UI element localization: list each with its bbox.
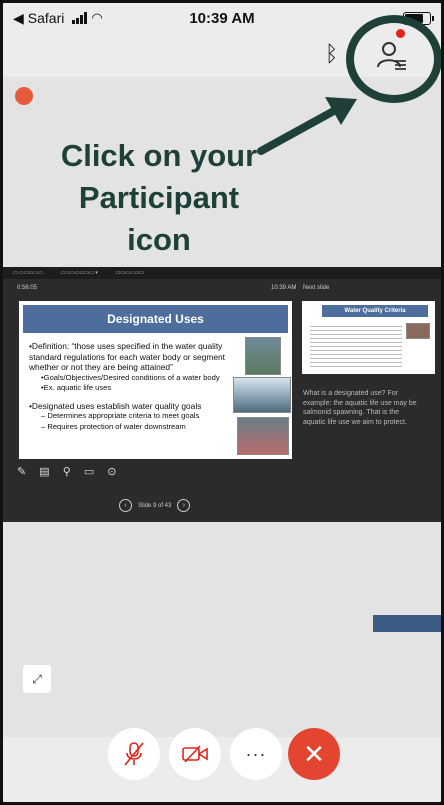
slide-photo bbox=[237, 417, 289, 455]
end-call-button[interactable]: ✕ bbox=[288, 728, 340, 780]
more-button[interactable]: ··· bbox=[230, 728, 282, 780]
next-slide-icon[interactable]: › bbox=[177, 499, 191, 512]
next-slide-label: Next slide bbox=[303, 285, 330, 291]
mic-muted-icon bbox=[124, 742, 144, 766]
video-off-icon bbox=[182, 745, 208, 763]
slide-bullet: – Requires protection of water downstrea… bbox=[41, 421, 186, 431]
wifi-icon: ◠ bbox=[91, 10, 103, 25]
slide-body: •Definition: “those uses specified in th… bbox=[29, 341, 234, 432]
current-slide: Designated Uses •Definition: “those uses… bbox=[19, 301, 292, 459]
next-slide-photo bbox=[406, 323, 430, 339]
more-icon: ··· bbox=[245, 743, 267, 764]
presenter-tool[interactable]: ▭ ▭▭▭▭▭ bbox=[13, 270, 43, 276]
annotation-arrow bbox=[257, 97, 357, 155]
slide-title: Designated Uses bbox=[23, 305, 288, 333]
expand-icon[interactable]: ⤢ bbox=[23, 665, 51, 693]
shared-screen: ▭ ▭▭▭▭▭ ▭▭▭▭▭▭▭ ▾ ▭▭▭▭▭▭ 0:56:05 10:39 A… bbox=[3, 267, 441, 522]
callout-line: Participant bbox=[78, 180, 240, 215]
signal-icon bbox=[72, 12, 88, 24]
presentation-clock: 10:39 AM bbox=[271, 285, 297, 291]
next-slide-preview: Water Quality Criteria bbox=[302, 301, 435, 374]
bluetooth-icon[interactable]: ᛒ bbox=[325, 41, 338, 67]
video-button[interactable] bbox=[169, 728, 221, 780]
app-window: ◀ Safari ◠ 10:39 AM ᛒ Click on your Part… bbox=[0, 0, 444, 805]
slide-photo bbox=[245, 337, 281, 375]
slide-photo bbox=[233, 377, 291, 413]
presenter-toolbar: ▭ ▭▭▭▭▭ ▭▭▭▭▭▭▭ ▾ ▭▭▭▭▭▭ bbox=[3, 267, 441, 279]
callout-line: Click on your bbox=[60, 138, 258, 173]
presenter-tool[interactable]: ▭▭▭▭▭▭▭ ▾ bbox=[61, 270, 98, 276]
slide-bullet: – Determines appropriate criteria to mee… bbox=[41, 411, 200, 420]
slide-bullet: •Ex. aquatic life uses bbox=[41, 383, 112, 392]
next-slide-lines bbox=[310, 323, 402, 367]
slide-bullet: •Designated uses establish water quality… bbox=[29, 400, 202, 411]
back-arrow-icon[interactable]: ◀ bbox=[13, 10, 24, 27]
presentation-timer: 0:56:05 bbox=[17, 285, 38, 291]
status-time: 10:39 AM bbox=[189, 9, 255, 27]
highlight-circle bbox=[346, 15, 441, 103]
slide-bullet: •Definition: “those uses specified in th… bbox=[29, 341, 225, 372]
mute-button[interactable] bbox=[108, 728, 160, 780]
overlay-bar bbox=[373, 615, 441, 632]
next-slide-title: Water Quality Criteria bbox=[322, 305, 428, 317]
end-call-icon: ✕ bbox=[303, 738, 325, 769]
meeting-stage: Click on your Participant icon ▭ ▭▭▭▭▭ ▭… bbox=[3, 77, 441, 737]
speaker-notes: What is a designated use? For example: t… bbox=[303, 390, 417, 426]
back-app-label[interactable]: Safari bbox=[28, 10, 65, 26]
slide-navigation: ‹ Slide 9 of 43 › bbox=[119, 499, 191, 512]
annotation-callout: Click on your Participant icon bbox=[53, 135, 265, 261]
pen-tools-icon[interactable]: ✎ ▤ ⚲ ▭ ⊙ bbox=[17, 465, 122, 478]
slide-counter: Slide 9 of 43 bbox=[138, 502, 172, 509]
presenter-tool[interactable]: ▭▭▭▭▭▭ bbox=[116, 270, 144, 276]
speaker-mic-icon bbox=[15, 87, 33, 105]
slide-bullet: •Goals/Objectives/Desired conditions of … bbox=[41, 372, 220, 382]
prev-slide-icon[interactable]: ‹ bbox=[119, 499, 132, 512]
callout-line: icon bbox=[127, 222, 191, 257]
